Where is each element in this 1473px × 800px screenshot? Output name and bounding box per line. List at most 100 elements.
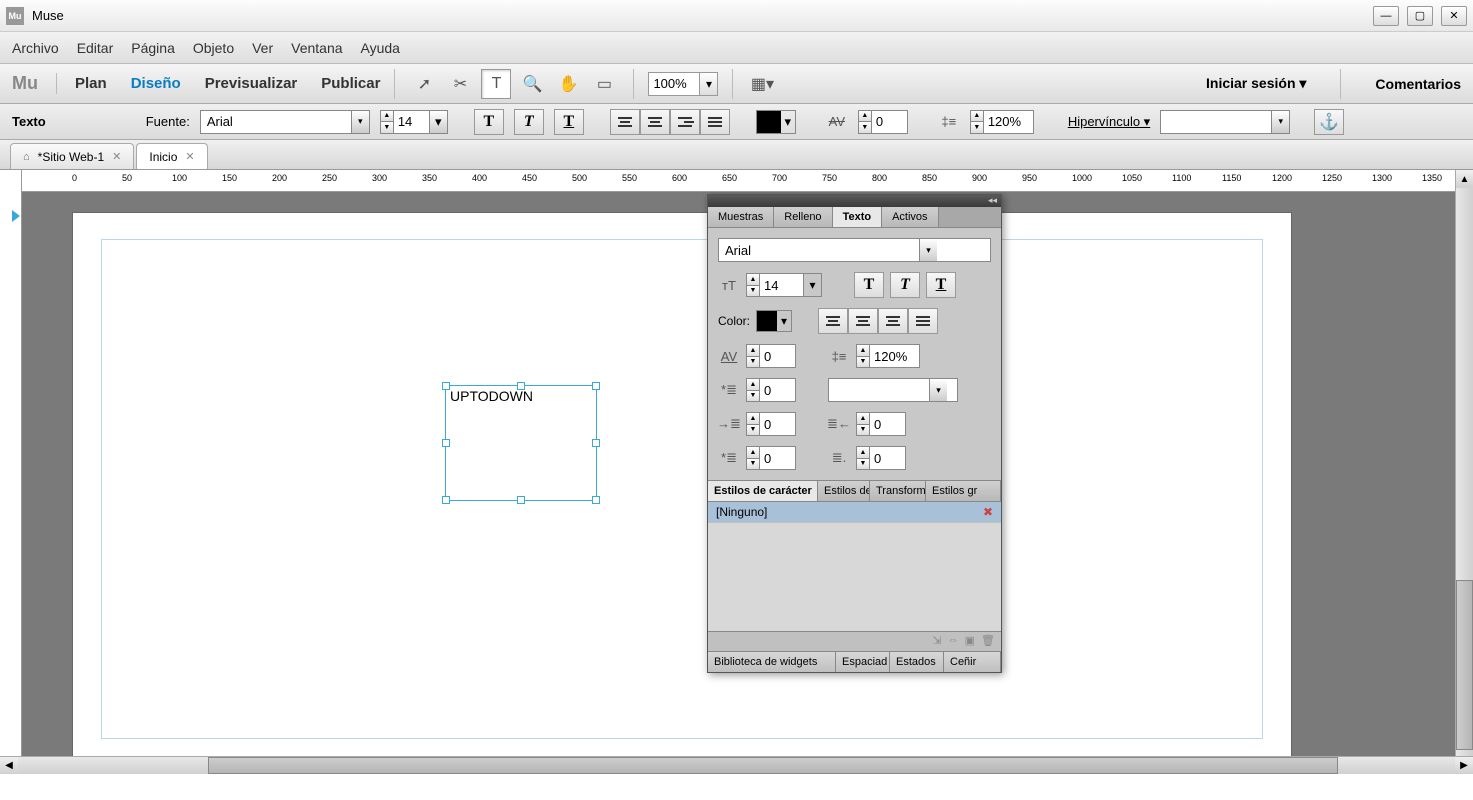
text-tool-icon[interactable]: T xyxy=(481,69,511,99)
font-input[interactable] xyxy=(201,114,351,129)
panel-align-left[interactable] xyxy=(818,308,848,334)
fontsize-field[interactable]: ▲▼ ▾ xyxy=(380,110,448,134)
chevron-down-icon[interactable]: ▾ xyxy=(430,110,448,134)
align-center-button[interactable] xyxy=(640,109,670,135)
mode-design[interactable]: Diseño xyxy=(131,75,181,92)
zoom-field[interactable]: ▾ xyxy=(648,72,718,96)
minimize-button[interactable]: — xyxy=(1373,6,1399,26)
font-select[interactable]: ▾ xyxy=(200,110,370,134)
align-right-button[interactable] xyxy=(670,109,700,135)
signin-button[interactable]: Iniciar sesión ▾ xyxy=(1206,75,1306,92)
anchor-button[interactable]: ⚓ xyxy=(1314,109,1344,135)
subtab-char-styles[interactable]: Estilos de carácter xyxy=(708,481,818,501)
tab-activos[interactable]: Activos xyxy=(882,207,938,227)
menu-archivo[interactable]: Archivo xyxy=(12,40,59,56)
chevron-down-icon[interactable]: ▾ xyxy=(351,111,369,133)
menu-pagina[interactable]: Página xyxy=(131,40,175,56)
tab-relleno[interactable]: Relleno xyxy=(774,207,832,227)
collapse-icon[interactable]: ◂◂ xyxy=(988,195,997,207)
panel-align-justify[interactable] xyxy=(908,308,938,334)
panel-font-input[interactable] xyxy=(719,243,919,258)
subtab-graphic-styles[interactable]: Estilos gr xyxy=(926,481,1001,501)
menu-ver[interactable]: Ver xyxy=(252,40,273,56)
zoom-tool-icon[interactable]: 🔍 xyxy=(517,69,547,99)
mode-plan[interactable]: Plan xyxy=(75,75,107,92)
link-icon[interactable]: ⇔ xyxy=(948,634,959,649)
panel-spacebefore-input[interactable] xyxy=(760,378,796,402)
spinner-down-icon[interactable]: ▼ xyxy=(381,122,393,133)
vertical-scrollbar[interactable]: ▲ ▼ xyxy=(1455,170,1473,774)
zoom-dropdown-icon[interactable]: ▾ xyxy=(699,73,717,95)
bottomtab-widgets[interactable]: Biblioteca de widgets xyxy=(708,652,836,672)
bold-button[interactable]: T xyxy=(474,109,504,135)
panel-align-center[interactable] xyxy=(848,308,878,334)
panel-align-right[interactable] xyxy=(878,308,908,334)
scroll-thumb[interactable] xyxy=(1456,580,1473,750)
panel-kerning-input[interactable] xyxy=(760,344,796,368)
crop-tool-icon[interactable]: ✂ xyxy=(445,69,475,99)
tab-page[interactable]: Inicio ✕ xyxy=(136,143,207,169)
scroll-thumb[interactable] xyxy=(208,757,1338,774)
leading-input[interactable] xyxy=(984,110,1034,134)
underline-button[interactable]: T xyxy=(554,109,584,135)
kerning-input[interactable] xyxy=(872,110,908,134)
page[interactable]: UPTODOWN xyxy=(72,212,1292,772)
leading-field[interactable]: ▲▼ xyxy=(970,110,1034,134)
panel-color-swatch[interactable]: ▾ xyxy=(756,310,792,332)
menu-ventana[interactable]: Ventana xyxy=(291,40,342,56)
panel-font-select[interactable]: ▾ xyxy=(718,238,991,262)
subtab-transform[interactable]: Transform xyxy=(870,481,926,501)
close-icon[interactable]: ✕ xyxy=(185,150,194,163)
panel-tag-select[interactable]: ▾ xyxy=(828,378,958,402)
hand-tool-icon[interactable]: ✋ xyxy=(553,69,583,99)
spinner-up-icon[interactable]: ▲ xyxy=(381,111,393,123)
canvas[interactable]: UPTODOWN ◂◂ Muestras Relleno Texto Activ… xyxy=(22,192,1455,774)
align-left-button[interactable] xyxy=(610,109,640,135)
panel-titlebar[interactable]: ◂◂ xyxy=(708,195,1001,207)
hyperlink-menu[interactable]: Hipervínculo ▾ xyxy=(1068,114,1150,130)
screen-tool-icon[interactable]: ▦▾ xyxy=(747,69,777,99)
panel-bold-button[interactable]: T xyxy=(854,272,884,298)
align-justify-button[interactable] xyxy=(700,109,730,135)
bottomtab-spacing[interactable]: Espaciad xyxy=(836,652,890,672)
panel-underline-button[interactable]: T xyxy=(926,272,956,298)
selection-tool-icon[interactable]: ➚ xyxy=(409,69,439,99)
panel-indentfirst-input[interactable] xyxy=(760,446,796,470)
menu-objeto[interactable]: Objeto xyxy=(193,40,234,56)
italic-button[interactable]: T xyxy=(514,109,544,135)
menu-editar[interactable]: Editar xyxy=(77,40,114,56)
style-item-none[interactable]: [Ninguno]✖ xyxy=(708,502,1001,523)
scroll-up-icon[interactable]: ▲ xyxy=(1456,170,1473,188)
hyperlink-input[interactable] xyxy=(1161,114,1271,129)
panel-indentleft-input[interactable] xyxy=(760,412,796,436)
panel-leading-input[interactable] xyxy=(870,344,920,368)
kerning-field[interactable]: ▲▼ xyxy=(858,110,908,134)
panel-indentright-input[interactable] xyxy=(870,412,906,436)
unlink-icon[interactable]: ⇲ xyxy=(932,634,941,649)
mode-publish[interactable]: Publicar xyxy=(321,75,380,92)
panel-italic-button[interactable]: T xyxy=(890,272,920,298)
style-list[interactable]: [Ninguno]✖ xyxy=(708,502,1001,632)
scroll-left-icon[interactable]: ◀ xyxy=(0,757,18,774)
bottomtab-states[interactable]: Estados xyxy=(890,652,944,672)
scroll-right-icon[interactable]: ▶ xyxy=(1455,757,1473,774)
bottomtab-wrap[interactable]: Ceñir xyxy=(944,652,1001,672)
trash-icon[interactable]: 🗑 xyxy=(981,634,995,649)
tab-muestras[interactable]: Muestras xyxy=(708,207,774,227)
tab-texto[interactable]: Texto xyxy=(833,207,883,227)
comments-button[interactable]: Comentarios xyxy=(1375,76,1461,92)
text-frame[interactable]: UPTODOWN xyxy=(445,385,597,501)
panel-spaceafter-input[interactable] xyxy=(870,446,906,470)
menu-ayuda[interactable]: Ayuda xyxy=(361,40,400,56)
tab-site[interactable]: ⌂ *Sitio Web-1 ✕ xyxy=(10,143,134,169)
color-swatch[interactable]: ▾ xyxy=(756,110,796,134)
rectangle-tool-icon[interactable]: ▭ xyxy=(589,69,619,99)
text-panel[interactable]: ◂◂ Muestras Relleno Texto Activos ▾ тT ▲… xyxy=(707,194,1002,673)
fontsize-input[interactable] xyxy=(394,110,430,134)
maximize-button[interactable]: ▢ xyxy=(1407,6,1433,26)
subtab-para-styles[interactable]: Estilos de xyxy=(818,481,870,501)
hyperlink-field[interactable]: ▾ xyxy=(1160,110,1290,134)
mode-preview[interactable]: Previsualizar xyxy=(205,75,298,92)
panel-size-input[interactable] xyxy=(760,273,804,297)
zoom-input[interactable] xyxy=(649,73,699,95)
